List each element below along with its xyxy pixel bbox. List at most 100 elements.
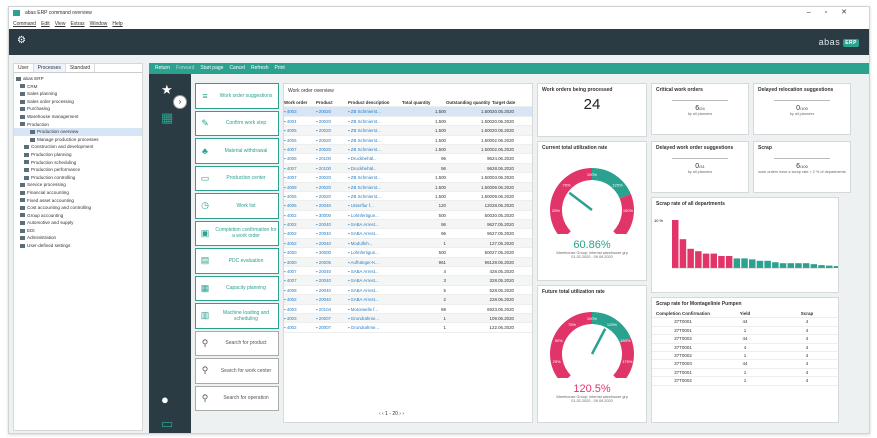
star-icon[interactable]: ★ xyxy=(161,82,173,98)
table-row[interactable]: ▪ 4007 ▪ 20020 ▪ ZB Schmierst... 1.500 1.500… xyxy=(284,173,532,183)
tree-node[interactable]: Production xyxy=(14,121,142,129)
scrap-bar[interactable] xyxy=(687,248,694,268)
tree-node[interactable]: Fixed asset accounting xyxy=(14,197,142,205)
toolbar-button[interactable]: Print xyxy=(275,65,285,71)
action-button[interactable]: ▭ Production center xyxy=(195,165,279,191)
table-row[interactable]: ▪ 4002 ▪ 20040 ▪ Modulfeh... 1 1 27.05.2020 xyxy=(284,238,532,249)
column-header[interactable]: Product description xyxy=(348,98,402,106)
scrap-bar[interactable] xyxy=(818,265,825,268)
dashboard-icon[interactable]: ▦ xyxy=(161,110,173,126)
table-row[interactable]: ▪ 4000 ▪ 30000 ▪ Lohnfertigun... 500 500 27.0… xyxy=(284,248,532,258)
tree-node[interactable]: Production planning xyxy=(14,151,142,159)
tree-tab[interactable]: User xyxy=(14,64,34,72)
table-row[interactable]: ▪ 4006 ▪ 20020 ▪ ZB Schmierst... 1.500 1.500… xyxy=(284,192,532,202)
scrap-bar[interactable] xyxy=(725,256,733,268)
menu-item[interactable]: Help xyxy=(112,21,122,27)
scrap-table-row[interactable]: 37T0001 1 4 xyxy=(652,327,838,336)
tree-node[interactable]: Administration xyxy=(14,234,142,242)
tree-node[interactable]: Service processing xyxy=(14,181,142,189)
column-header[interactable]: Total quantity xyxy=(402,98,446,106)
scrap-table-row[interactable]: 37T0002 44 4 xyxy=(652,335,838,344)
scrap-bar[interactable] xyxy=(772,262,779,268)
tree-node[interactable]: Manage production processes xyxy=(14,136,142,144)
tree-node[interactable]: Production overview xyxy=(14,128,142,136)
table-row[interactable]: ▪ 4003 ▪ 20104 ▪ Motorwelle f... 69 69 23.05.… xyxy=(284,305,532,314)
action-button[interactable]: ▣ Completion confirmation for a work orde… xyxy=(195,220,279,246)
pager[interactable]: ‹ ‹ 1 - 20 › › xyxy=(379,411,404,417)
table-row[interactable]: ▪ 4006 ▪ 20040 ▪ Unterflur f... 120 120 28.05… xyxy=(284,201,532,211)
toolbar-button[interactable]: Refresh xyxy=(251,65,269,71)
table-row[interactable]: ▪ 4003 ▪ 20007 ▪ Grundrahme... 1 1 09.06.2020 xyxy=(284,313,532,324)
scrap-bar[interactable] xyxy=(710,253,718,268)
table-row[interactable]: ▪ 4002 ▪ 20040 ▪ SABA Arrest... 96 96 27.05.2… xyxy=(284,220,532,230)
menu-item[interactable]: View xyxy=(55,21,66,27)
tree-node[interactable]: Sales planning xyxy=(14,90,142,98)
column-header[interactable]: Outstanding quantity xyxy=(446,98,492,106)
action-button[interactable]: ⚲ Search for work center xyxy=(195,358,279,384)
tree-tab[interactable]: Standard xyxy=(66,64,96,72)
tree-node[interactable]: Sales order processing xyxy=(14,98,142,106)
scrap-bar[interactable] xyxy=(672,220,679,268)
action-button[interactable]: ⚲ Search for product xyxy=(195,330,279,356)
table-row[interactable]: ▪ 4004 ▪ 20020 ▪ ZB Schmierst... 1.500 1.500… xyxy=(284,117,532,127)
scrap-bar[interactable] xyxy=(718,256,725,268)
action-button[interactable]: ⚲ Search for operation xyxy=(195,385,279,411)
menu-item[interactable]: Edit xyxy=(41,21,50,27)
tree-node[interactable]: Production scheduling xyxy=(14,159,142,167)
tree-node[interactable]: Cost accounting and controlling xyxy=(14,204,142,212)
table-row[interactable]: ▪ 4002 ▪ 30000 ▪ Lohnfertigun... 500 500 20.0… xyxy=(284,211,532,221)
table-row[interactable]: ▪ 4005 ▪ 20020 ▪ ZB Schmierst... 1.500 1.500… xyxy=(284,126,532,136)
chat-icon[interactable]: ▭ xyxy=(161,416,173,432)
tree-node[interactable]: Automotive and supply xyxy=(14,219,142,227)
tree-node[interactable]: User-defined settings xyxy=(14,242,142,250)
table-row[interactable]: ▪ 4000 ▪ 20005 ▪ Aufhänger-K... 961 961 28.05… xyxy=(284,257,532,268)
scrap-bar[interactable] xyxy=(733,258,741,268)
table-row[interactable]: ▪ 4002 ▪ 20040 ▪ SABA Arrest... 2 2 28.05.202… xyxy=(284,295,532,305)
table-row[interactable]: ▪ 4007 ▪ 20040 ▪ SABA Arrest... 3 3 28.05.202… xyxy=(284,276,532,286)
toolbar-button[interactable]: Forward xyxy=(176,65,194,71)
table-row[interactable]: ▪ 4007 ▪ 20020 ▪ ZB Schmierst... 1.500 1.500… xyxy=(284,144,532,155)
table-row[interactable]: ▪ 4007 ▪ 20100 ▪ Druckbehäl... 96 96 28.06.20… xyxy=(284,163,532,174)
scrap-bar[interactable] xyxy=(756,260,764,268)
scrap-table-row[interactable]: 37T0002 1 4 xyxy=(652,377,838,386)
scrap-table-row[interactable]: 37T0001 1 4 xyxy=(652,369,838,378)
scrap-table-row[interactable]: 37T0001 4 4 xyxy=(652,344,838,352)
table-row[interactable]: ▪ 4002 ▪ 20040 ▪ SABA Arrest... 96 96 27.05.2… xyxy=(284,229,532,239)
tree-node[interactable]: Warehouse management xyxy=(14,113,142,121)
action-button[interactable]: ♣ Material withdrawal xyxy=(195,138,279,164)
scrap-table-row[interactable]: 37T0001 44 4 xyxy=(652,318,838,327)
action-button[interactable]: ✎ Confirm work step xyxy=(195,110,279,136)
scrap-bar[interactable] xyxy=(702,253,710,268)
table-row[interactable]: ▪ 4009 ▪ 20020 ▪ ZB Schmierst... 1.500 1.500… xyxy=(284,182,532,192)
column-header[interactable]: Work order xyxy=(284,98,316,106)
action-button[interactable]: ▥ Machine loading and scheduling xyxy=(195,303,279,329)
scrap-bar[interactable] xyxy=(826,265,833,268)
toolbar-button[interactable]: Cancel xyxy=(229,65,245,71)
column-header[interactable]: Target date xyxy=(492,98,528,106)
scrap-bar[interactable] xyxy=(679,239,687,268)
scrap-table-row[interactable]: 37T0003 44 4 xyxy=(652,360,838,369)
tree-node[interactable]: Purchasing xyxy=(14,105,142,113)
scrap-bar[interactable] xyxy=(695,251,702,268)
toolbar-button[interactable]: Return xyxy=(155,65,170,71)
menu-item[interactable]: Command xyxy=(13,21,36,27)
scrap-bar[interactable] xyxy=(833,266,841,268)
tree-node[interactable]: EDI xyxy=(14,227,142,235)
scrap-bar[interactable] xyxy=(779,263,787,268)
toolbar-button[interactable]: Start page xyxy=(200,65,223,71)
table-row[interactable]: ▪ 4002 ▪ 20007 ▪ Grundrahme... 1 1 22.06.2020 xyxy=(284,323,532,333)
menu-item[interactable]: Window xyxy=(90,21,108,27)
scrap-bar[interactable] xyxy=(795,263,802,268)
tree-tab[interactable]: Processes xyxy=(33,64,66,72)
column-header[interactable]: Product xyxy=(316,98,348,106)
scrap-bar[interactable] xyxy=(810,264,818,268)
action-button[interactable]: ◷ Work list xyxy=(195,193,279,219)
table-row[interactable]: ▪ 4008 ▪ 20040 ▪ SABA Arrest... 5 5 28.05.202… xyxy=(284,286,532,296)
table-row[interactable]: ▪ 4008 ▪ 20100 ▪ Druckbehäl... 96 96 24.06.20… xyxy=(284,154,532,164)
action-button[interactable]: ▤ PDC evaluation xyxy=(195,248,279,274)
user-icon[interactable]: ● xyxy=(161,392,169,407)
scrap-bar[interactable] xyxy=(764,260,771,268)
scrap-bar[interactable] xyxy=(741,258,748,268)
tree-node[interactable]: Financial accounting xyxy=(14,189,142,197)
tree-node[interactable]: abas ERP xyxy=(14,75,142,83)
